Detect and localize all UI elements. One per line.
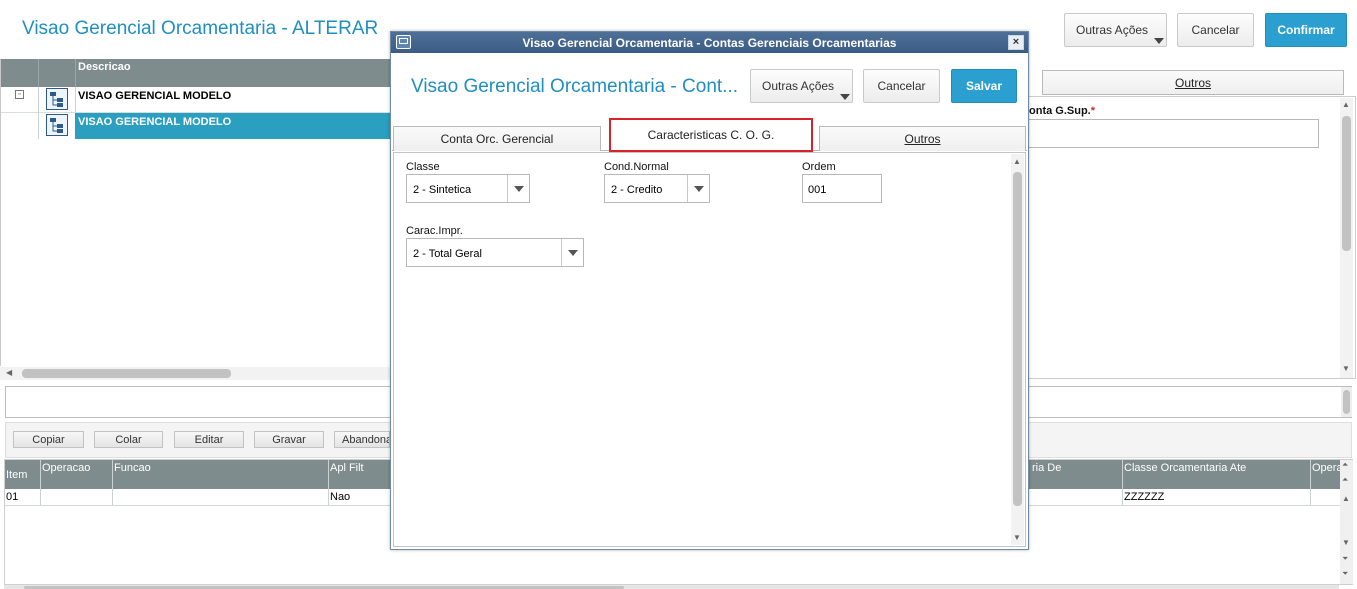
classe-label: Classe: [406, 161, 440, 173]
divider: [38, 87, 39, 113]
column-header-operacao[interactable]: Operacao: [42, 462, 90, 474]
scroll-first-icon[interactable]: ⏶: [1342, 461, 1348, 469]
tab-conta-orc-gerencial[interactable]: Conta Orc. Gerencial: [393, 126, 601, 151]
classe-select[interactable]: 2 - Sintetica: [406, 174, 530, 203]
scroll-page-down-icon[interactable]: ⏷: [1342, 555, 1348, 563]
conta-sup-input[interactable]: [1029, 119, 1319, 148]
other-actions-button[interactable]: Outras Ações: [1064, 13, 1167, 47]
grid-nav: ⏶ ⏶ ▲ ▼ ⏷ ⏷: [1340, 460, 1353, 584]
tab-label: Outros: [904, 132, 941, 146]
modal-form: Classe 2 - Sintetica Cond.Normal 2 - Cre…: [393, 152, 1026, 547]
account-tree-icon: [46, 88, 68, 110]
column-header-classe-ate[interactable]: Classe Orcamentaria Ate: [1124, 462, 1246, 474]
cond-normal-label: Cond.Normal: [604, 161, 669, 173]
tab-outros[interactable]: Outros: [819, 126, 1026, 151]
column-header-classe-de[interactable]: ria De: [1032, 462, 1061, 474]
account-tree-icon: [46, 114, 68, 136]
other-actions-label: Outras Ações: [1076, 23, 1149, 37]
ordem-input[interactable]: 001: [802, 174, 882, 203]
right-form: onta G.Sup.* ▲ ▼: [1029, 96, 1356, 379]
row-classe-ate: ZZZZZZ: [1124, 491, 1165, 503]
cond-normal-select[interactable]: 2 - Credito: [604, 174, 710, 203]
chevron-down-icon: [1154, 38, 1164, 44]
row-item: 01: [6, 491, 19, 503]
edit-button[interactable]: Editar: [174, 431, 244, 448]
copy-button[interactable]: Copiar: [13, 431, 84, 448]
scroll-thumb[interactable]: [1013, 172, 1022, 506]
carac-impr-label: Carac.Impr.: [406, 225, 463, 237]
column-header-apl-filt[interactable]: Apl Filt: [330, 462, 364, 474]
ordem-label: Ordem: [802, 161, 836, 173]
divider: [38, 59, 39, 87]
column-header-funcao[interactable]: Funcao: [114, 462, 151, 474]
tab-label: Outros: [1174, 75, 1211, 90]
strip-scrollbar[interactable]: [1341, 387, 1352, 417]
tree-horizontal-scrollbar[interactable]: ◀: [0, 367, 390, 380]
tree-grid: Descricao ▫ VISAO GERENCIAL MODELO VISAO…: [0, 59, 391, 366]
right-panel: Outros onta G.Sup.* ▲ ▼: [1029, 69, 1357, 379]
close-icon[interactable]: ×: [1008, 35, 1024, 50]
scroll-last-icon[interactable]: ⏷: [1342, 570, 1348, 578]
scroll-page-up-icon[interactable]: ⏶: [1342, 476, 1348, 484]
divider: [75, 59, 76, 87]
collapse-icon[interactable]: ▫: [15, 90, 24, 99]
carac-impr-select[interactable]: 2 - Total Geral: [406, 238, 584, 267]
chevron-down-icon[interactable]: [507, 175, 529, 202]
tab-label: Conta Orc. Gerencial: [440, 132, 554, 146]
required-mark: *: [1090, 105, 1096, 117]
tree-row-selected[interactable]: VISAO GERENCIAL MODELO: [1, 113, 391, 139]
main-title: Visao Gerencial Orcamentaria - ALTERAR: [22, 18, 379, 39]
cancel-button[interactable]: Cancelar: [1177, 13, 1254, 47]
scroll-up-icon[interactable]: ▲: [1342, 101, 1350, 109]
divider: [38, 113, 39, 139]
tab-outros-right[interactable]: Outros: [1042, 70, 1344, 95]
modal-vertical-scrollbar[interactable]: ▲ ▼: [1011, 154, 1024, 545]
bottom-horizontal-scrollbar[interactable]: [4, 585, 1339, 589]
abandon-button[interactable]: Abandona: [334, 431, 390, 448]
modal-dialog: Visao Gerencial Orcamentaria - Contas Ge…: [390, 31, 1029, 550]
modal-title-bar[interactable]: Visao Gerencial Orcamentaria - Contas Ge…: [391, 32, 1028, 53]
tab-caracteristicas-cog[interactable]: Caracteristicas C. O. G.: [609, 118, 813, 152]
scroll-thumb[interactable]: [1342, 116, 1351, 251]
scroll-down-icon[interactable]: ▼: [1342, 365, 1350, 373]
scroll-thumb[interactable]: [22, 369, 231, 378]
chevron-down-icon[interactable]: [561, 239, 583, 266]
column-header-item[interactable]: Item: [6, 469, 27, 481]
scroll-left-icon[interactable]: ◀: [6, 369, 12, 377]
tree-row-label: VISAO GERENCIAL MODELO: [78, 116, 232, 128]
divider: [75, 87, 76, 113]
right-vertical-scrollbar[interactable]: ▲ ▼: [1340, 98, 1353, 378]
save-record-button[interactable]: Gravar: [254, 431, 324, 448]
scroll-up-icon[interactable]: ▲: [1013, 158, 1021, 166]
tree-row-label: VISAO GERENCIAL MODELO: [78, 90, 232, 102]
modal-save-button[interactable]: Salvar: [951, 69, 1017, 103]
tab-label: Caracteristicas C. O. G.: [647, 128, 775, 142]
tree-grid-header: Descricao: [1, 59, 391, 87]
chevron-down-icon[interactable]: [687, 175, 709, 202]
classe-value: 2 - Sintetica: [413, 184, 472, 196]
modal-other-actions-label: Outras Ações: [762, 79, 835, 93]
scroll-down-icon[interactable]: ▼: [1013, 534, 1021, 542]
ordem-value: 001: [808, 184, 827, 196]
chevron-down-icon: [840, 94, 850, 100]
modal-other-actions-button[interactable]: Outras Ações: [750, 69, 853, 103]
scroll-down-icon[interactable]: ▼: [1342, 539, 1350, 547]
tree-row[interactable]: ▫ VISAO GERENCIAL MODELO: [1, 87, 391, 113]
scroll-up-icon[interactable]: ▲: [1342, 495, 1350, 503]
scroll-thumb[interactable]: [1343, 390, 1350, 414]
modal-window-title: Visao Gerencial Orcamentaria - Contas Ge…: [522, 36, 897, 50]
paste-button[interactable]: Colar: [94, 431, 163, 448]
row-apl-filt: Nao: [330, 491, 351, 503]
column-header-opera[interactable]: Opera: [1312, 462, 1340, 474]
column-header-descricao[interactable]: Descricao: [78, 61, 131, 73]
modal-title: Visao Gerencial Orcamentaria - Cont...: [411, 76, 739, 97]
carac-impr-value: 2 - Total Geral: [413, 248, 482, 260]
cond-normal-value: 2 - Credito: [611, 184, 663, 196]
field-label-conta-sup: onta G.Sup.*: [1029, 105, 1096, 117]
confirm-button[interactable]: Confirmar: [1265, 13, 1347, 47]
modal-cancel-button[interactable]: Cancelar: [863, 69, 940, 103]
